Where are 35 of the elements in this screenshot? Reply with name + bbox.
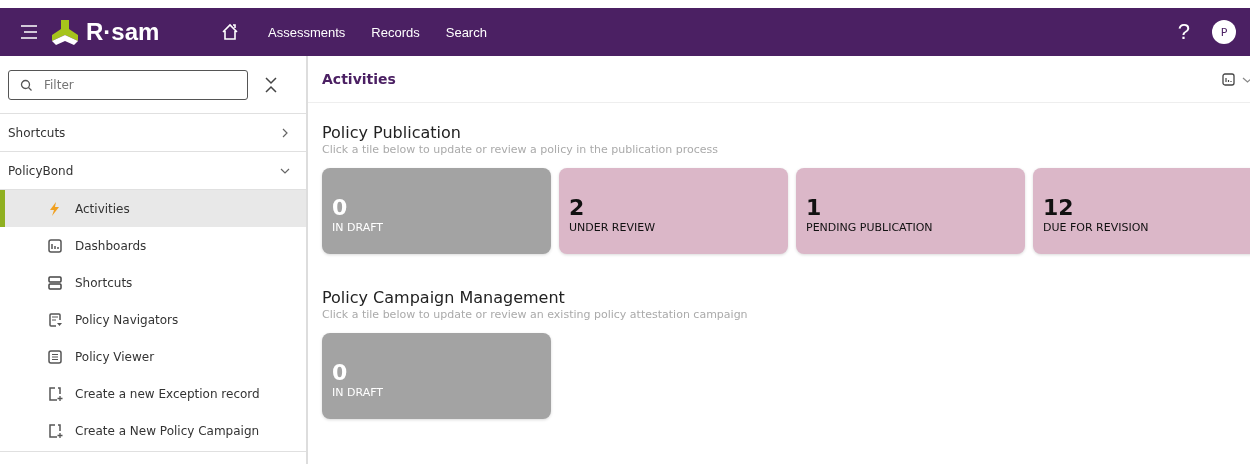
sidebar-item[interactable]: Shortcuts (0, 264, 306, 301)
add-page-icon (47, 385, 63, 402)
document-icon (47, 311, 63, 328)
home-icon[interactable] (220, 22, 240, 42)
collapse-icon[interactable] (264, 75, 278, 94)
section-subtitle: Click a tile below to update or review an existing policy attestation campaign (322, 308, 749, 321)
status-tile[interactable]: 12 DUE FOR REVISION (1033, 168, 1250, 254)
sidebar-item[interactable]: Create a new Exception record (0, 375, 306, 412)
search-icon (20, 78, 33, 92)
status-tile[interactable]: 1 PENDING PUBLICATION (796, 168, 1025, 254)
chart-icon (1222, 72, 1235, 86)
logo-text: R·sam (86, 18, 161, 46)
chart-icon (47, 237, 63, 254)
section-title: Policy Campaign Management (322, 288, 566, 307)
sidebar-item[interactable]: Policy Navigators (0, 301, 306, 338)
nav-link[interactable]: Assessments (268, 24, 346, 40)
nav-link[interactable]: Search (445, 24, 487, 40)
sidebar-item[interactable]: Activities (0, 190, 306, 227)
chevron-right-icon (280, 127, 290, 138)
view-menu-button[interactable] (1220, 70, 1250, 88)
sidebar-item[interactable]: Create a New Policy Campaign (0, 412, 306, 449)
help-button[interactable]: ? (1177, 19, 1190, 45)
user-avatar[interactable]: P (1212, 20, 1236, 44)
nav-link[interactable]: Records (371, 24, 420, 40)
section-subtitle: Click a tile below to update or review a policy in the publication process (322, 143, 719, 156)
status-tile[interactable]: 2 UNDER REVIEW (559, 168, 788, 254)
add-page-icon (47, 422, 63, 439)
sidebar-item[interactable]: Dashboards (0, 227, 306, 264)
menu-icon[interactable] (20, 24, 38, 40)
sidebar-item[interactable]: Policy Viewer (0, 338, 306, 375)
stacked-rows-icon (47, 274, 63, 291)
list-icon (47, 348, 63, 365)
section-title: Policy Publication (322, 123, 462, 142)
page-title: Activities (322, 71, 396, 87)
filter-field[interactable]: Filter (8, 69, 248, 100)
